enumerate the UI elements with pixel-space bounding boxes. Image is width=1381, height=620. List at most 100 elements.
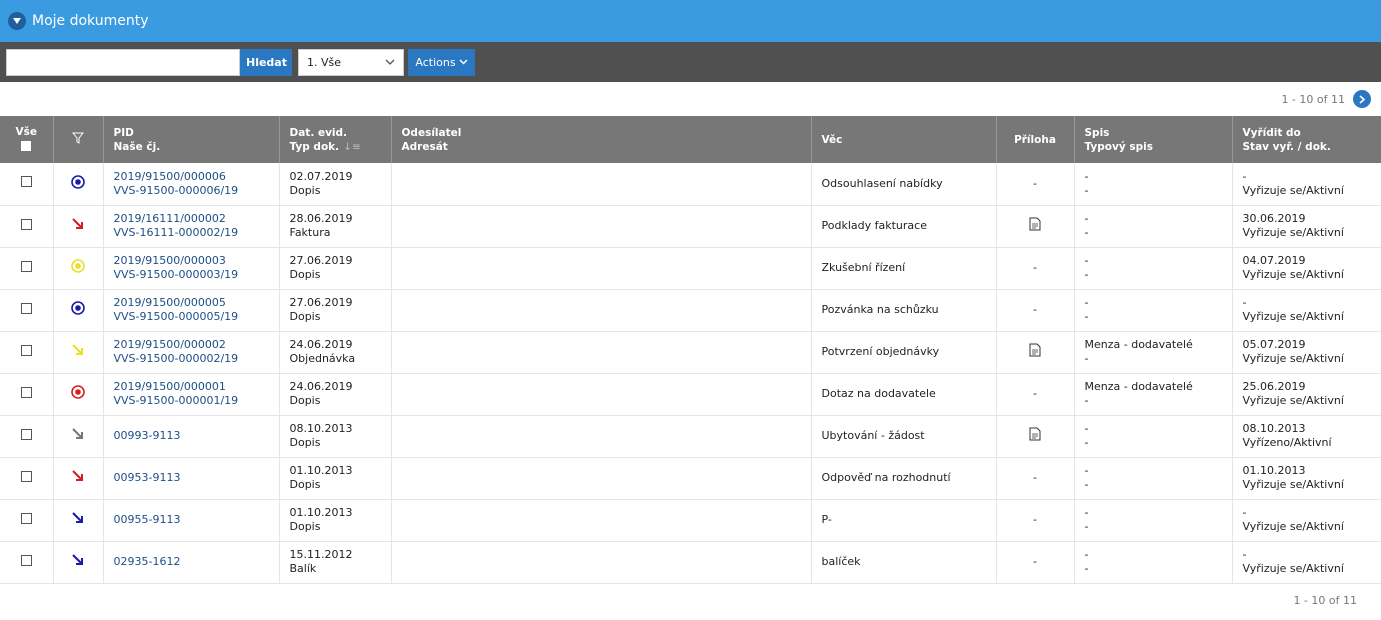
date-cell: 01.10.2013 Dopis xyxy=(279,457,392,500)
sender-cell xyxy=(391,289,812,332)
row-select-cell xyxy=(0,499,54,542)
next-page-button[interactable] xyxy=(1353,90,1371,108)
table-row[interactable]: 2019/91500/000002 VVS-91500-000002/19 24… xyxy=(0,331,1381,374)
row-select-cell xyxy=(0,289,54,332)
date-header[interactable]: Dat. evid. Typ dok. ↓≡ xyxy=(279,116,392,163)
chevron-right-icon xyxy=(1365,594,1372,604)
due-value: 01.10.2013 xyxy=(1242,464,1306,477)
subject-header-label: Věc xyxy=(821,133,843,146)
type-value: Faktura xyxy=(289,226,331,239)
next-page-button[interactable] xyxy=(1365,594,1372,607)
pid-link[interactable]: 00993-9113 xyxy=(114,429,181,442)
pid-link[interactable]: 2019/16111/000002 xyxy=(114,212,226,225)
row-status-cell xyxy=(53,163,104,206)
pid-link[interactable]: 00955-9113 xyxy=(114,513,181,526)
date-cell: 27.06.2019 Dopis xyxy=(279,247,392,290)
table-row[interactable]: 2019/91500/000003 VVS-91500-000003/19 27… xyxy=(0,247,1381,290)
attachment-cell: - xyxy=(996,373,1075,416)
table-row[interactable]: 2019/16111/000002 VVS-16111-000002/19 28… xyxy=(0,205,1381,248)
pid-cell: 00993-9113 xyxy=(103,415,280,458)
row-status-cell xyxy=(53,289,104,332)
file-header-label: Spis xyxy=(1084,126,1110,139)
pid-link[interactable]: 2019/91500/000001 xyxy=(114,380,226,393)
row-select-cell xyxy=(0,457,54,500)
due-value: - xyxy=(1242,548,1247,561)
status-circle-icon xyxy=(71,301,85,318)
cj-link[interactable]: VVS-16111-000002/19 xyxy=(114,226,239,239)
row-checkbox[interactable] xyxy=(20,260,32,272)
status-value: Vyřizuje se/Aktivní xyxy=(1242,562,1344,575)
sender-header[interactable]: Odesílatel Adresát xyxy=(391,116,812,163)
row-status-cell xyxy=(53,541,104,584)
sender-header-label: Odesílatel xyxy=(401,126,462,139)
row-checkbox[interactable] xyxy=(20,428,32,440)
table-row[interactable]: 00955-9113 01.10.2013 Dopis P- - - - - V… xyxy=(0,499,1381,542)
cj-link[interactable]: VVS-91500-000002/19 xyxy=(114,352,239,365)
row-checkbox[interactable] xyxy=(20,512,32,524)
file-cell: - - xyxy=(1074,289,1233,332)
cj-link[interactable]: VVS-91500-000006/19 xyxy=(114,184,239,197)
date-cell: 27.06.2019 Dopis xyxy=(279,289,392,332)
sort-icon[interactable]: ↓≡ xyxy=(343,141,361,153)
typical-file-value: - xyxy=(1084,226,1089,239)
attachment-cell: - xyxy=(996,163,1075,206)
type-value: Dopis xyxy=(289,268,321,281)
collapse-toggle-icon[interactable] xyxy=(8,12,26,30)
table-row[interactable]: 02935-1612 15.11.2012 Balík balíček - - … xyxy=(0,541,1381,584)
cj-link[interactable]: VVS-91500-000001/19 xyxy=(114,394,239,407)
attachment-header[interactable]: Příloha xyxy=(996,116,1075,163)
row-checkbox[interactable] xyxy=(20,176,32,188)
due-value: 25.06.2019 xyxy=(1242,380,1306,393)
cj-link[interactable]: VVS-91500-000005/19 xyxy=(114,310,239,323)
search-input[interactable] xyxy=(6,48,240,76)
type-value: Dopis xyxy=(289,436,321,449)
table-row[interactable]: 2019/91500/000005 VVS-91500-000005/19 27… xyxy=(0,289,1381,332)
row-status-cell xyxy=(53,247,104,290)
date-value: 15.11.2012 xyxy=(289,548,353,561)
pid-link[interactable]: 2019/91500/000002 xyxy=(114,338,226,351)
select-all-header[interactable]: Vše xyxy=(0,116,54,163)
typ-dok-header-label: Typ dok. xyxy=(289,140,340,153)
pid-link[interactable]: 00953-9113 xyxy=(114,471,181,484)
select-all-checkbox[interactable] xyxy=(21,140,32,151)
pid-link[interactable]: 2019/91500/000005 xyxy=(114,296,226,309)
filter-header[interactable] xyxy=(53,116,104,163)
subject-header[interactable]: Věc xyxy=(811,116,997,163)
row-checkbox[interactable] xyxy=(20,386,32,398)
row-checkbox[interactable] xyxy=(20,218,32,230)
date-value: 28.06.2019 xyxy=(289,212,353,225)
table-row[interactable]: 00953-9113 01.10.2013 Dopis Odpověď na r… xyxy=(0,457,1381,500)
document-icon[interactable] xyxy=(1029,217,1041,234)
row-checkbox[interactable] xyxy=(20,302,32,314)
pid-link[interactable]: 02935-1612 xyxy=(114,555,181,568)
file-cell: Menza - dodavatelé - xyxy=(1074,373,1233,416)
attachment-cell: - xyxy=(996,541,1075,584)
typical-file-value: - xyxy=(1084,183,1089,197)
table-row[interactable]: 2019/91500/000006 VVS-91500-000006/19 02… xyxy=(0,163,1381,206)
pid-cell: 2019/16111/000002 VVS-16111-000002/19 xyxy=(103,205,280,248)
due-value: - xyxy=(1242,506,1247,519)
row-checkbox[interactable] xyxy=(20,344,32,356)
cj-link[interactable]: VVS-91500-000003/19 xyxy=(114,268,239,281)
search-button[interactable]: Hledat xyxy=(240,48,292,76)
row-checkbox[interactable] xyxy=(20,470,32,482)
pid-link[interactable]: 2019/91500/000006 xyxy=(114,170,226,183)
due-header[interactable]: Vyřídit do Stav vyř. / dok. xyxy=(1232,116,1381,163)
type-value: Dopis xyxy=(289,520,321,533)
addressee-header-label: Adresát xyxy=(401,140,448,153)
filter-icon[interactable] xyxy=(71,132,85,144)
due-value: 04.07.2019 xyxy=(1242,254,1306,267)
table-row[interactable]: 2019/91500/000001 VVS-91500-000001/19 24… xyxy=(0,373,1381,416)
typical-file-value: - xyxy=(1084,268,1089,281)
document-icon[interactable] xyxy=(1029,343,1041,360)
file-header[interactable]: Spis Typový spis xyxy=(1074,116,1233,163)
filter-select[interactable]: 1. Vše xyxy=(298,48,404,76)
row-select-cell xyxy=(0,415,54,458)
row-checkbox[interactable] xyxy=(20,554,32,566)
pid-header[interactable]: PID Naše čj. xyxy=(103,116,280,163)
document-icon[interactable] xyxy=(1029,427,1041,444)
table-row[interactable]: 00993-9113 08.10.2013 Dopis Ubytování - … xyxy=(0,415,1381,458)
actions-button[interactable]: Actions xyxy=(408,48,475,76)
pid-link[interactable]: 2019/91500/000003 xyxy=(114,254,226,267)
incoming-arrow-icon xyxy=(71,344,85,360)
